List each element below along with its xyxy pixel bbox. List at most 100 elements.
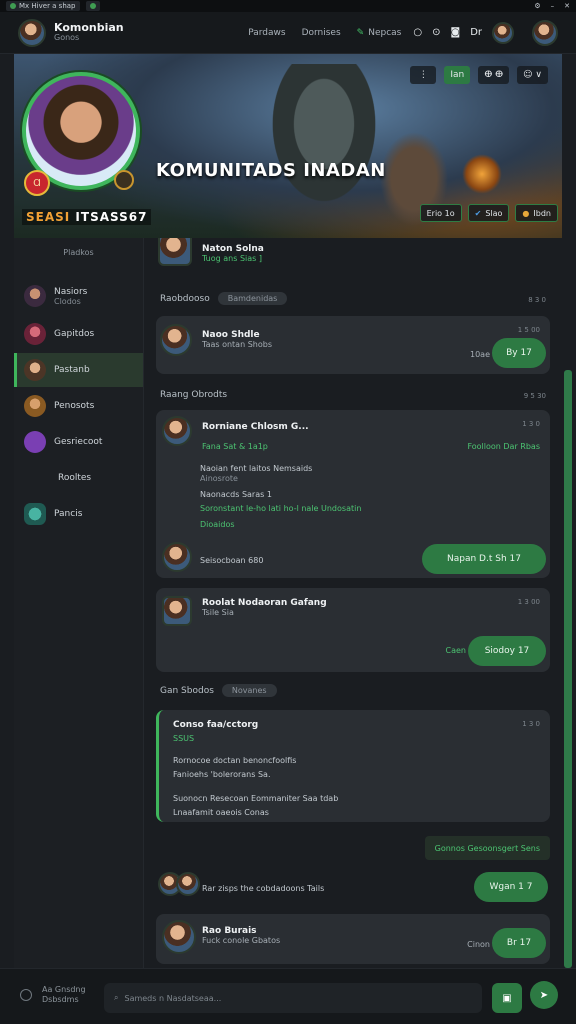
browser-tab-second[interactable] xyxy=(85,1,100,11)
share-icon[interactable]: ⴲ ⴲ xyxy=(478,66,510,84)
section-chip[interactable]: Bamdenidas xyxy=(217,292,288,305)
sidebar-item-label: Gesriecoot xyxy=(54,437,103,447)
hero-tool-3-label: Ibdn xyxy=(533,208,551,218)
nav-item-2[interactable]: Dornises xyxy=(302,28,341,38)
section-header-2: Raang Obrodts xyxy=(160,390,227,400)
top-nav: Pardaws Dornises ✎ Nepcas xyxy=(248,28,401,38)
join-button[interactable]: By 17 xyxy=(492,338,546,368)
section-chip[interactable]: Novanes xyxy=(221,684,277,697)
section-header-3: Gan Sbodos Novanes xyxy=(160,684,277,697)
puzzle-icon xyxy=(24,503,46,525)
app-subtitle: Gonos xyxy=(54,33,80,43)
hero-action-button[interactable]: Ian xyxy=(444,66,471,84)
hero-tool-2-label: Slao xyxy=(485,208,503,218)
post-link[interactable]: Caen xyxy=(446,646,466,655)
profile-avatar[interactable] xyxy=(532,19,558,46)
hero-tool-1[interactable]: Erio 1o xyxy=(419,204,462,222)
post-line: Suonocn Resecoan Eommaniter Saa tdab xyxy=(173,794,339,803)
sidebar-item-6[interactable]: Rooltes xyxy=(14,461,143,495)
message-input[interactable]: ⌕ Sameds n Nasdatseaa... xyxy=(104,983,482,1013)
target-icon[interactable]: ⊙ xyxy=(432,27,440,38)
sidebar-item-4[interactable]: Penosots xyxy=(14,389,143,423)
post-author: Roolat Nodaoran Gafang xyxy=(202,598,327,608)
sidebar-item-2[interactable]: Gapitdos xyxy=(14,317,143,351)
hero-tools: Erio 1o ✔ Slao ● Ibdn xyxy=(419,204,558,222)
settings-icon[interactable]: ⚙ xyxy=(534,2,540,10)
square-icon[interactable]: ◙ xyxy=(450,27,460,38)
post-avatar-secondary xyxy=(176,872,200,896)
sidebar-item-5[interactable]: Gesriecoot xyxy=(14,425,143,459)
post-line: Soronstant le-ho lati ho-l nale Undosati… xyxy=(200,504,362,513)
post-avatar-secondary xyxy=(162,542,192,572)
sidebar-item-label: Nasiors xyxy=(54,286,88,297)
post-card-6[interactable]: Rao Burais Fuck conole Gbatos Cinon Br 1… xyxy=(156,914,550,964)
post-line: Ainosrote xyxy=(200,474,238,483)
follow-button[interactable]: Wgan 1 7 xyxy=(474,872,548,902)
post-link[interactable]: Foolloon Dar Rbas xyxy=(467,442,540,451)
user-avatar[interactable] xyxy=(18,18,46,47)
profile-meta: Tuog ans Sias ] xyxy=(202,254,262,263)
tab-favicon-icon xyxy=(89,3,96,9)
hero-title: KOMUNITADS INADAN xyxy=(156,160,386,181)
coin-icon: ● xyxy=(522,208,530,218)
nav-item-3[interactable]: ✎ Nepcas xyxy=(357,28,402,38)
topbar-icons: ○ ⊙ ◙ Dr xyxy=(413,19,558,46)
post-meta: Fuck conole Gbatos xyxy=(202,936,281,945)
image-icon[interactable]: ▣ xyxy=(492,983,522,1013)
post-meta: Tsile Sia xyxy=(202,608,234,617)
more-icon[interactable]: ⋮ xyxy=(410,66,437,84)
post-stat: 10ae xyxy=(469,350,490,359)
hero-tool-2[interactable]: ✔ Slao xyxy=(467,204,510,222)
status-tag[interactable]: Gonnos Gesoonsgert Sens xyxy=(424,836,550,860)
hero-tool-3[interactable]: ● Ibdn xyxy=(515,204,558,222)
sidebar-item-sub: Clodos xyxy=(54,296,81,306)
post-line: Naoian fent laitos Nemsaids xyxy=(200,464,313,473)
sidebar-avatar xyxy=(24,359,46,381)
sidebar-item-3[interactable]: Pastanb xyxy=(14,353,143,387)
status-icon xyxy=(20,989,32,1001)
scrollbar[interactable] xyxy=(564,370,572,968)
reply-button[interactable]: Siodoy 17 xyxy=(468,636,546,666)
post-avatar xyxy=(162,596,192,626)
footer-info: Aa Gnsdng Dsbsdms xyxy=(42,985,86,1006)
check-icon: ✔ xyxy=(474,208,482,218)
post-card-3[interactable]: Roolat Nodaoran Gafang Tsile Sia 1 3 00 … xyxy=(156,588,550,672)
profile-avatar[interactable] xyxy=(158,238,192,266)
rank-badge-icon: Ɑ xyxy=(24,170,50,196)
post-time: 1 3 0 xyxy=(522,720,540,728)
post-meta: Taas ontan Shobs xyxy=(202,340,272,349)
footer-line-1: Aa Gnsdng xyxy=(42,985,86,994)
sidebar-header: Pladkos xyxy=(63,248,94,257)
post-author: Naoo Shdle xyxy=(202,330,260,340)
nav-item-3-label: Nepcas xyxy=(368,27,402,38)
emoji-dropdown[interactable]: ☺ ∨ xyxy=(517,66,548,84)
nav-item-1[interactable]: Pardaws xyxy=(248,28,285,38)
action-button[interactable]: Napan D.t Sh 17 xyxy=(422,544,546,574)
join-button[interactable]: Br 17 xyxy=(492,928,546,958)
sidebar-item-label: Penosots xyxy=(54,401,95,411)
shield-badge-icon xyxy=(114,170,134,190)
dr-icon[interactable]: Dr xyxy=(470,27,482,38)
post-card-1[interactable]: Naoo Shdle Taas ontan Shobs 1 5 00 10ae … xyxy=(156,316,550,374)
clock-icon[interactable]: ○ xyxy=(413,27,422,38)
browser-tab[interactable]: Mx Hiver a shap xyxy=(6,1,80,11)
hero-tool-1-label: Erio 1o xyxy=(426,208,455,218)
post-header: Naoo Shdle Taas ontan Shobs xyxy=(202,330,272,349)
post-author: Rao Burais xyxy=(202,926,257,936)
post-time: 1 3 0 xyxy=(522,420,540,428)
minimize-icon[interactable]: – xyxy=(551,2,555,10)
send-icon[interactable]: ➤ xyxy=(530,981,558,1009)
secondary-avatar[interactable] xyxy=(492,21,514,44)
sidebar-item-7[interactable]: Pancis xyxy=(14,497,143,531)
post-avatar xyxy=(160,324,192,356)
post-card-2[interactable]: Rorniane Chlosm G... Fana Sat & 1a1p Foo… xyxy=(156,410,550,578)
post-card-4[interactable]: Conso faa/cctorg SSUS 1 3 0 Rornocoe doc… xyxy=(156,710,550,822)
sidebar-avatar xyxy=(24,395,46,417)
post-avatar xyxy=(162,416,192,446)
search-icon: ⌕ xyxy=(114,993,119,1002)
tab-favicon-icon xyxy=(10,3,16,9)
sidebar-item-1[interactable]: Nasiors Clodos xyxy=(14,279,143,313)
post-line: Fanioehs 'bolerorans Sa. xyxy=(173,770,271,779)
close-icon[interactable]: ✕ xyxy=(564,2,570,10)
profile-info: Naton Solna Tuog ans Sias ] xyxy=(202,244,264,263)
